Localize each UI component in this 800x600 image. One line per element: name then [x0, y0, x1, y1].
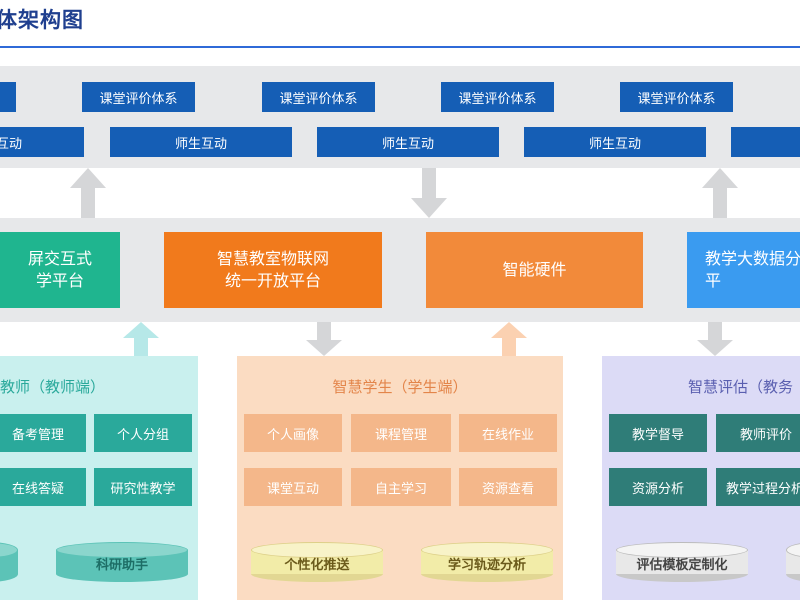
down-arrow	[306, 322, 342, 356]
page-title: 体架构图	[0, 8, 84, 32]
evaluation-cell: 教师评价	[716, 414, 800, 452]
teacher-cell: 备考管理	[0, 414, 86, 452]
eval-system-box: 课堂评价体系	[262, 82, 375, 112]
smart-hardware: 智能硬件	[426, 232, 643, 308]
teacher-panel-title: 教师（教师端）	[0, 378, 106, 396]
eval-system-box: 课堂评价体系	[82, 82, 195, 112]
research-assistant-database: 科研助手	[56, 542, 188, 582]
student-panel-title: 智慧学生（学生端）	[332, 378, 468, 396]
eval-system-box: 课堂评价体系	[441, 82, 554, 112]
platform-band	[0, 218, 800, 322]
down-arrow	[411, 168, 447, 218]
evaluation-panel-title: 智慧评估（教务	[688, 378, 794, 396]
interaction-box: 互动	[0, 127, 84, 157]
eval-system-box	[0, 82, 16, 112]
evaluation-panel: 智慧评估（教务 教学督导 教师评价 资源分析 教学过程分析 评估模板定制化	[602, 356, 800, 600]
up-arrow	[70, 168, 106, 218]
evaluation-cell: 教学督导	[609, 414, 707, 452]
interactive-teaching-platform: 屏交互式 学平台	[0, 232, 120, 308]
student-cell: 自主学习	[351, 468, 451, 506]
interaction-box: 师生互动	[317, 127, 499, 157]
student-cell: 在线作业	[459, 414, 557, 452]
database-label: 科研助手	[95, 558, 148, 573]
interaction-box: 师生互动	[110, 127, 292, 157]
teaching-big-data-platform: 教学大数据分 平	[687, 232, 800, 308]
student-panel: 智慧学生（学生端） 个人画像 课程管理 在线作业 课堂互动 自主学习 资源查看 …	[237, 356, 563, 600]
evaluation-database	[786, 542, 800, 582]
down-arrow	[697, 322, 733, 356]
eval-system-box: 课堂评价体系	[620, 82, 733, 112]
student-cell: 课堂互动	[244, 468, 342, 506]
personalized-push-database: 个性化推送	[251, 542, 383, 582]
iot-open-platform: 智慧教室物联网 统一开放平台	[164, 232, 382, 308]
teacher-cell: 研究性教学	[94, 468, 192, 506]
up-arrow	[123, 322, 159, 356]
evaluation-cell: 资源分析	[609, 468, 707, 506]
teacher-database	[0, 542, 18, 582]
student-cell: 资源查看	[459, 468, 557, 506]
teacher-panel: 教师（教师端） 备考管理 个人分组 在线答疑 研究性教学 科研助手	[0, 356, 198, 600]
database-label: 学习轨迹分析	[447, 558, 526, 573]
title-divider	[0, 46, 800, 48]
learning-trajectory-database: 学习轨迹分析	[421, 542, 553, 582]
teacher-cell: 在线答疑	[0, 468, 86, 506]
student-cell: 课程管理	[351, 414, 451, 452]
up-arrow	[702, 168, 738, 218]
interaction-box: 师生互动	[524, 127, 706, 157]
student-cell: 个人画像	[244, 414, 342, 452]
teacher-cell: 个人分组	[94, 414, 192, 452]
evaluation-cell: 教学过程分析	[716, 468, 800, 506]
evaluation-template-database: 评估模板定制化	[616, 542, 748, 582]
interaction-box	[731, 127, 800, 157]
database-label: 评估模板定制化	[636, 558, 728, 573]
database-label: 个性化推送	[284, 558, 350, 573]
up-arrow	[491, 322, 527, 356]
